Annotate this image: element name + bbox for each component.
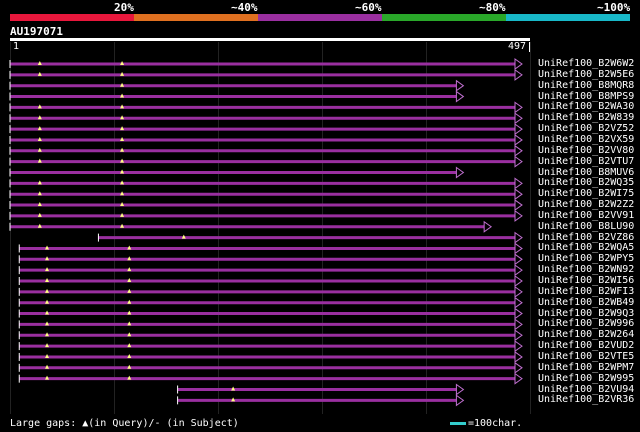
hit-label[interactable]: UniRef100_B2WN92 [538,264,634,275]
hit-end-arrow [514,350,523,363]
hit-end-arrow [514,123,523,136]
hit-label[interactable]: UniRef100_B2WI75 [538,188,634,199]
hit-end-arrow [455,90,465,103]
gap-legend: Large gaps: ▲(in Query)/- (in Subject) [10,418,239,429]
scale-swatch [450,422,466,425]
hit-label[interactable]: UniRef100_B2WB49 [538,297,634,308]
hit-label[interactable]: UniRef100_B2VZ52 [538,123,634,134]
hit-end-arrow [514,296,523,309]
hit-label[interactable]: UniRef100_B2WQ35 [538,177,634,188]
hit-end-arrow [514,361,523,374]
hit-end-arrow [514,133,523,146]
hit-label[interactable]: UniRef100_B2W2Z2 [538,199,634,210]
hit-end-arrow [514,112,523,125]
hit-end-arrow [514,340,523,353]
hit-end-arrow [514,177,523,190]
hit-end-arrow [483,220,493,233]
hit-label[interactable]: UniRef100_B2W5E6 [538,69,634,80]
hit-end-arrow [514,155,523,168]
hit-label[interactable]: UniRef100_B2WQA5 [538,242,634,253]
hit-label[interactable]: UniRef100_B2W264 [538,329,634,340]
hit-label[interactable]: UniRef100_B8MPS9 [538,91,634,102]
hit-label[interactable]: UniRef100_B8MQR8 [538,80,634,91]
hit-label[interactable]: UniRef100_B2WFI3 [538,286,634,297]
hit-label[interactable]: UniRef100_B2W839 [538,112,634,123]
hit-label[interactable]: UniRef100_B2VV80 [538,145,634,156]
hit-label[interactable]: UniRef100_B2WA30 [538,101,634,112]
scale-text: =100char. [468,418,523,429]
hit-label[interactable]: UniRef100_B2VUD2 [538,340,634,351]
hit-end-arrow [455,383,465,396]
hit-end-arrow [514,285,523,298]
hit-label[interactable]: UniRef100_B2VZ86 [538,232,634,243]
hit-label[interactable]: UniRef100_B2VU94 [538,384,634,395]
hit-label[interactable]: UniRef100_B2WPM7 [538,362,634,373]
hit-end-arrow [514,242,523,255]
hit-end-arrow [455,79,465,92]
hit-label[interactable]: UniRef100_B2VV91 [538,210,634,221]
hit-end-arrow [514,68,523,81]
hit-end-arrow [455,394,465,407]
hit-label[interactable]: UniRef100_B2W996 [538,318,634,329]
hit-label[interactable]: UniRef100_B2W6W2 [538,58,634,69]
hit-end-arrow [514,209,523,222]
hit-end-arrow [455,166,465,179]
hit-label[interactable]: UniRef100_B2W9Q3 [538,308,634,319]
hit-label[interactable]: UniRef100_B8LU90 [538,221,634,232]
hit-end-arrow [514,307,523,320]
hit-label[interactable]: UniRef100_B2W995 [538,373,634,384]
hit-end-arrow [514,275,523,287]
hit-label[interactable]: UniRef100_B2VTE5 [538,351,634,362]
hit-end-arrow [514,58,523,70]
scale-legend: =100char. [450,418,522,429]
hit-label[interactable]: UniRef100_B8MUV6 [538,167,634,178]
hit-label[interactable]: UniRef100_B2WI56 [538,275,634,286]
hit-end-arrow [514,144,523,157]
hit-end-arrow [514,188,523,201]
hit-label[interactable]: UniRef100_B2WPY5 [538,253,634,264]
hit-end-arrow [514,231,523,244]
hit-label[interactable]: UniRef100_B2VR36 [538,394,634,405]
hit-end-arrow [514,101,523,114]
hit-label[interactable]: UniRef100_B2VX59 [538,134,634,145]
hit-end-arrow [514,199,523,212]
hit-end-arrow [514,264,523,277]
hit-end-arrow [514,372,523,385]
hit-end-arrow [514,329,523,342]
hit-end-arrow [514,318,523,331]
hit-end-arrow [514,253,523,266]
hit-label[interactable]: UniRef100_B2VTU7 [538,156,634,167]
